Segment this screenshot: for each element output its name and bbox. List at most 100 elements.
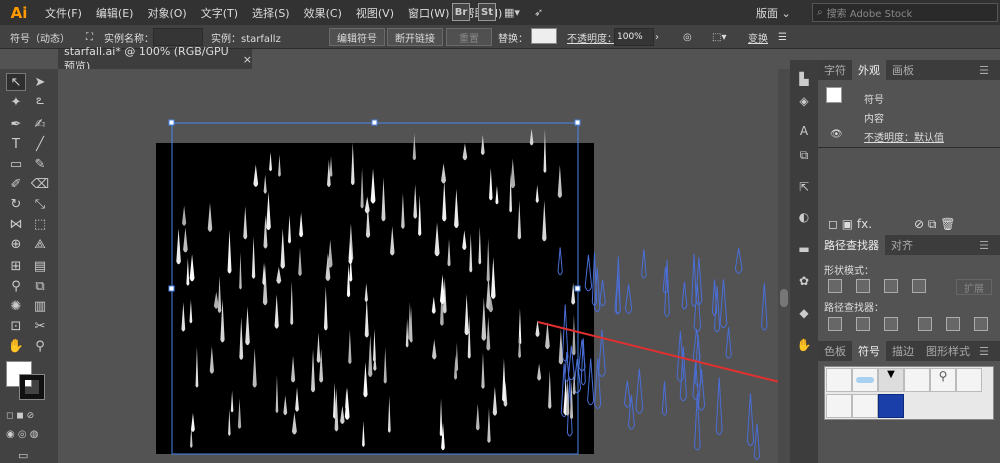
tab-appearance[interactable]: 外观 [852,60,886,80]
minus-front-button[interactable] [856,279,870,293]
minus-back-button[interactable] [974,317,988,331]
raindrop [478,226,482,265]
tab-stroke[interactable]: 描边 [886,341,920,361]
divide-button[interactable] [828,317,842,331]
raindrop [283,395,288,416]
panel-menu-icon[interactable]: ☰ [973,341,995,361]
color-guide-icon[interactable]: ✿ [795,272,813,290]
symbol-thumbnail[interactable] [852,394,878,418]
raindrop [469,233,473,273]
magnifier-symbol-icon[interactable]: ⚲ [930,368,956,392]
raindrop [183,227,188,253]
export-icon[interactable]: ⇱ [795,178,813,196]
raindrop-outline [584,254,593,292]
properties-icon[interactable]: ▙ [795,70,813,88]
crop-button[interactable] [918,317,932,331]
raindrop [280,228,285,269]
raindrop [502,358,506,402]
tab-align[interactable]: 对齐 [885,235,919,255]
raindrop [278,154,281,177]
raindrop [486,238,490,282]
exclude-button[interactable] [912,279,926,293]
tab-pathfinder[interactable]: 路径查找器 [818,235,885,255]
raindrop-outline [719,279,728,329]
tab-artboards[interactable]: 画板 [886,60,920,80]
raindrop [276,266,282,284]
raindrop [462,230,467,250]
symbol-library-grid: ▼ ⚲ [824,366,994,420]
raindrop [401,193,405,229]
appearance-footer-icons[interactable]: ◻ ▣ fx. ⊘ ⧉ 🗑 [828,217,956,232]
panel-dock: ▙ ◈ A ⧉ ⇱ ◐ ▬ ✿ ◆ ✋ [790,60,818,463]
gradient-icon[interactable]: ▬ [795,240,813,258]
raindrop [274,294,279,329]
tab-character[interactable]: 字符 [818,60,852,80]
raindrop [418,194,422,236]
merge-button[interactable] [884,317,898,331]
libraries-icon[interactable]: ◈ [795,92,813,110]
raindrop [323,286,328,331]
raindrop [239,316,244,360]
raindrop [316,332,321,363]
tab-swatches[interactable]: 色板 [818,341,852,361]
character-icon[interactable]: A [795,122,813,140]
panel-menu-icon[interactable]: ☰ [973,60,995,80]
tab-graphic-styles[interactable]: 图形样式 [920,341,976,361]
expand-button[interactable]: 扩展 [956,279,992,295]
scroll-thumb[interactable] [780,289,788,307]
raindrop [227,229,232,274]
raindrop-outline [725,327,732,359]
selected-raindrop-symbol[interactable] [878,394,904,418]
raindrop [252,348,257,388]
trim-button[interactable] [856,317,870,331]
raindrop [387,395,391,433]
symbol-thumbnail[interactable] [852,368,878,392]
raindrop [390,226,395,256]
raindrop [462,143,468,161]
raindrop [291,412,297,435]
raindrop [542,200,547,242]
layers-icon[interactable]: ◆ [795,304,813,322]
raindrop [220,298,225,343]
outline-button[interactable] [946,317,960,331]
transparency-icon[interactable]: ◐ [795,208,813,226]
raindrop [245,306,250,346]
symbol-thumbnail[interactable] [826,368,852,392]
raindrop [191,412,195,432]
symbol-thumbnail[interactable] [904,368,930,392]
raindrop-outline [697,368,706,411]
raindrop-outline [599,279,606,307]
raindrop [434,222,440,257]
visibility-eye-icon[interactable]: 👁 [830,129,843,140]
panel-menu-icon[interactable]: ☰ [973,235,995,255]
raindrop [442,180,447,222]
appearance-opacity-row[interactable]: 不透明度：默认值 [864,129,944,144]
raindrop [275,374,279,413]
raindrop [348,329,352,364]
artboards-icon[interactable]: ⧉ [795,146,813,164]
dropdown-arrow-icon[interactable]: ▼ [878,368,904,392]
vertical-scrollbar[interactable] [778,69,790,463]
raindrop [543,128,547,173]
symbol-thumbnail[interactable] [956,368,982,392]
raindrop [269,151,272,172]
raindrop [207,202,213,232]
raindrop [545,321,550,350]
raindrop [439,398,443,437]
asset-export-icon[interactable]: ✋ [795,336,813,354]
raindrop [228,408,231,436]
raindrop [572,314,576,356]
unite-button[interactable] [828,279,842,293]
symbol-thumbnail[interactable] [826,394,852,418]
raindrop [189,254,195,282]
raindrop [548,370,552,409]
raindrop [413,184,418,219]
tab-symbols[interactable]: 符号 [852,341,886,361]
raindrop [350,142,355,186]
raindrop [373,328,376,362]
intersect-button[interactable] [884,279,898,293]
raindrop-outline [681,281,688,310]
raindrop-outline [661,381,668,416]
raindrop [299,212,304,238]
raindrop [455,342,459,372]
